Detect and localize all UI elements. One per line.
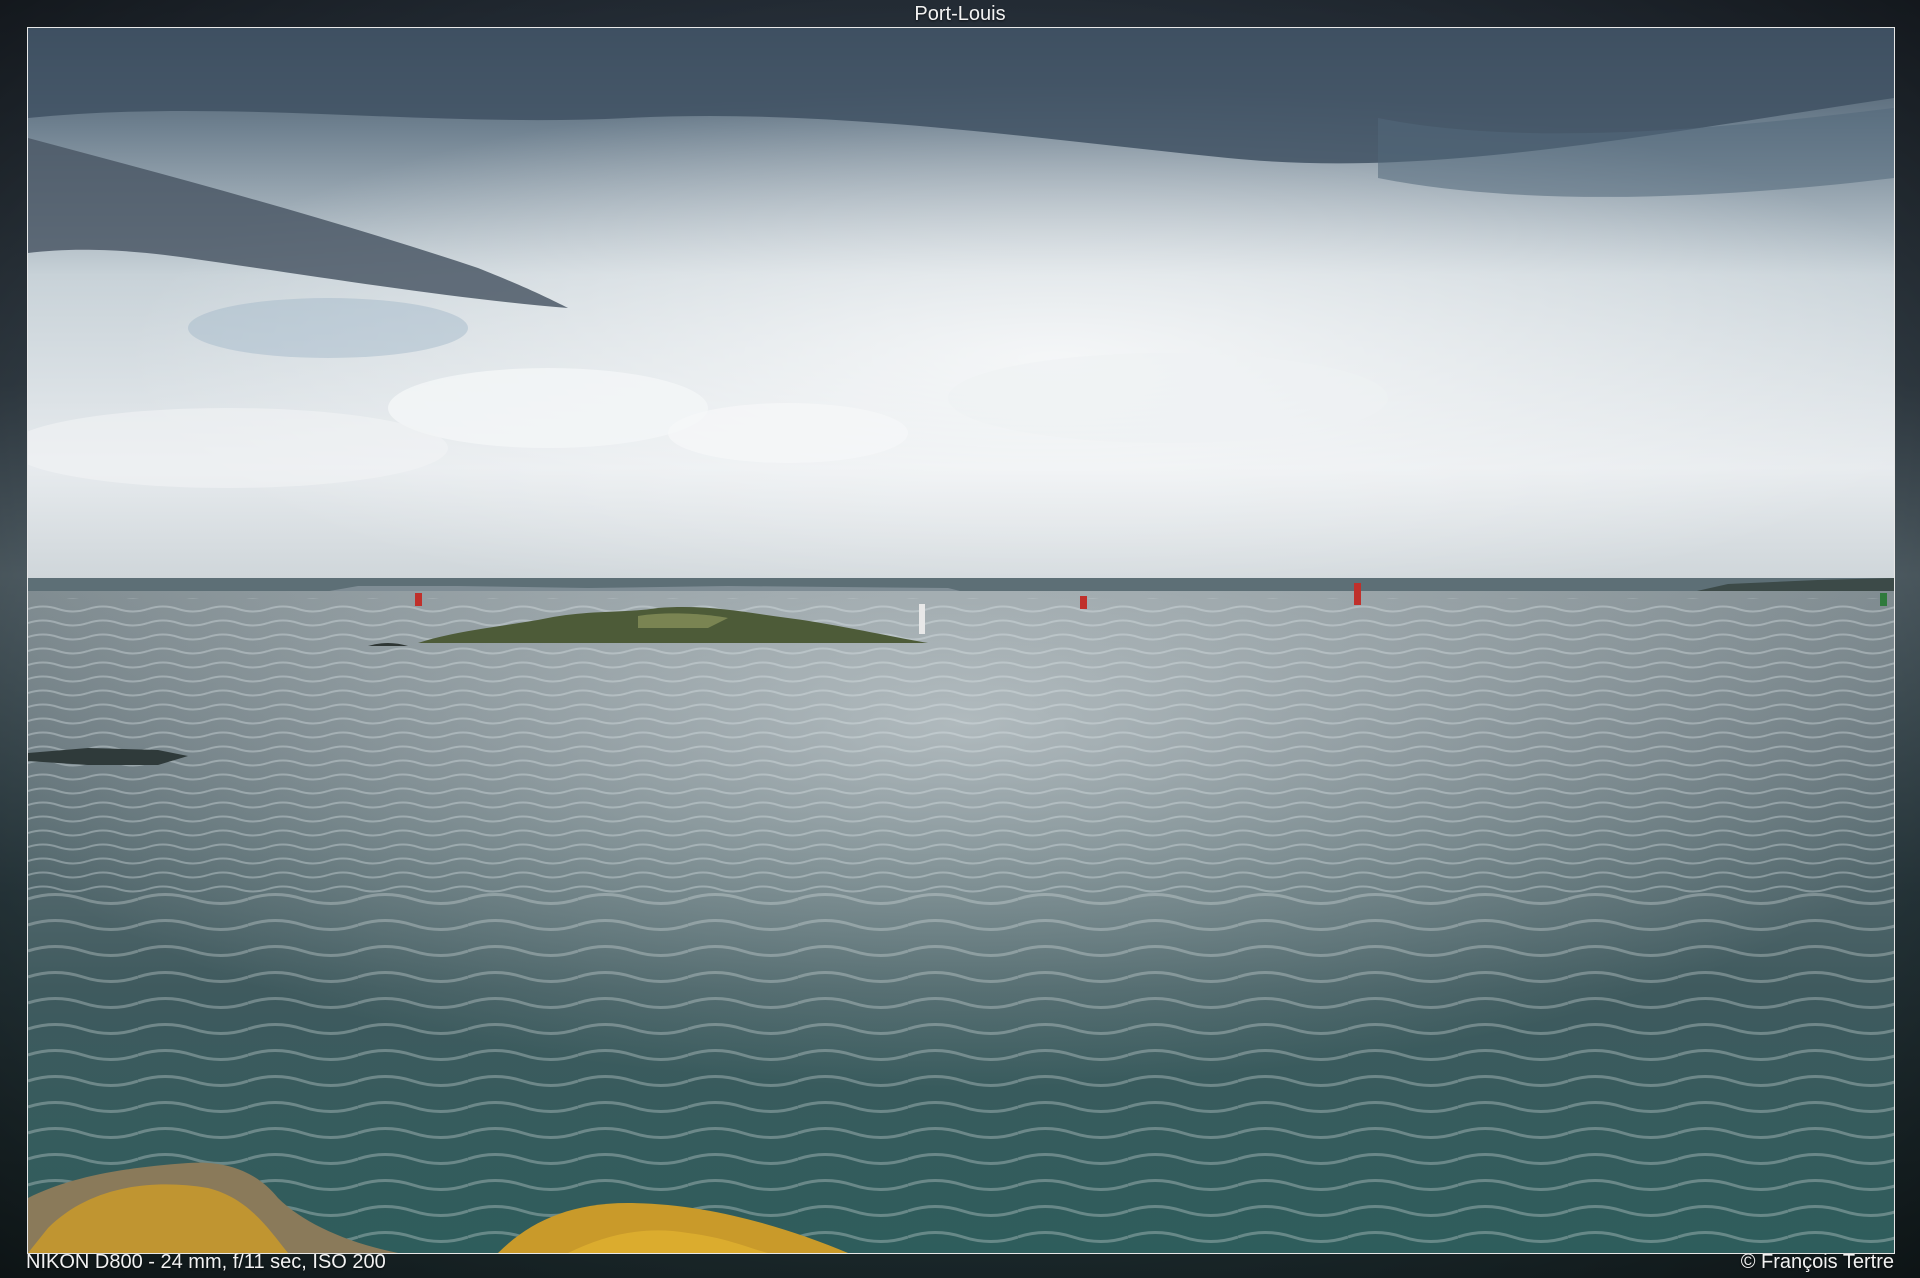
camera-info: NIKON D800 - 24 mm, f/11 sec, ISO 200	[26, 1251, 386, 1273]
photo-scene	[28, 28, 1894, 1253]
photo	[27, 27, 1895, 1254]
photo-credit: © François Tertre	[1740, 1251, 1894, 1273]
page-title: Port-Louis	[914, 3, 1006, 25]
